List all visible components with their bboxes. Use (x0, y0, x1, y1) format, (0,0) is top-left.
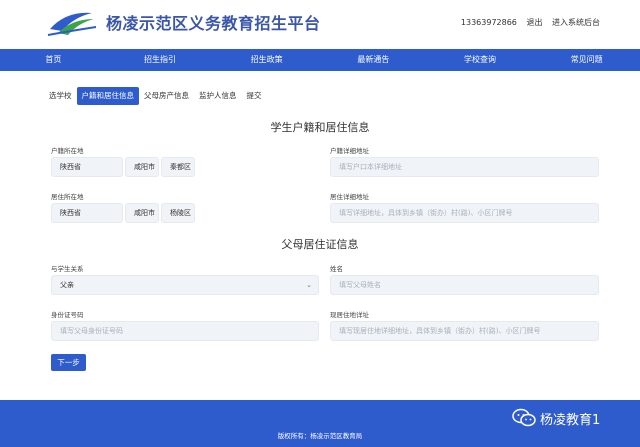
wechat-account-name: 杨凌教育1 (540, 412, 601, 428)
step-tabs: 选学校 户籍和居住信息 父母房产信息 监护人信息 提交 (44, 87, 267, 105)
residence-city-select[interactable]: 咸阳市 (125, 203, 159, 223)
residence-label: 居住所在地 (51, 193, 84, 201)
logout-link[interactable]: 退出 (526, 18, 542, 27)
hukou-province-select[interactable]: 陕西省 (51, 157, 123, 177)
tab-parent-property[interactable]: 父母房产信息 (139, 87, 194, 105)
household-section-title: 学生户籍和居住信息 (270, 121, 370, 134)
name-input[interactable]: 填写父母姓名 (330, 275, 599, 295)
site-title: 杨凌示范区义务教育招生平台 (106, 14, 321, 33)
hukou-label: 户籍所在地 (51, 147, 84, 155)
name-label: 姓名 (330, 265, 343, 273)
nav-school-search[interactable]: 学校查询 (427, 49, 534, 71)
relation-value: 父亲 (60, 281, 74, 289)
nav-home[interactable]: 首页 (0, 49, 107, 71)
relation-label: 与学生关系 (51, 265, 84, 273)
relation-select[interactable]: 父亲 ⌄ (51, 275, 319, 295)
phone-number: 13363972866 (460, 18, 517, 27)
header: 杨凌示范区义务教育招生平台 13363972866 退出 进入系统后台 (0, 0, 640, 48)
hukou-detail-label: 户籍详细地址 (330, 147, 369, 155)
school-logo-icon (47, 12, 97, 36)
wechat-watermark: 杨凌教育1 (512, 404, 600, 432)
wechat-icon (512, 408, 536, 427)
nav-latest-notices[interactable]: 最新通告 (320, 49, 427, 71)
residence-district-select[interactable]: 杨陵区 (161, 203, 195, 223)
residence-province-select[interactable]: 陕西省 (51, 203, 123, 223)
address-label: 现居住地详址 (330, 311, 369, 319)
hukou-district-select[interactable]: 秦都区 (161, 157, 195, 177)
chevron-down-icon: ⌄ (306, 281, 312, 289)
parent-section-title: 父母居住证信息 (281, 238, 359, 251)
id-input[interactable]: 填写父母身份证号码 (51, 321, 319, 341)
admin-link[interactable]: 进入系统后台 (552, 18, 600, 27)
next-button[interactable]: 下一步 (51, 354, 86, 371)
hukou-detail-input[interactable]: 填写户口本详细地址 (330, 157, 599, 177)
id-label: 身份证号码 (51, 311, 84, 319)
nav-faq[interactable]: 常见问题 (533, 49, 640, 71)
tab-submit[interactable]: 提交 (242, 87, 267, 105)
address-input[interactable]: 填写现居住地详细地址，具体到乡镇（街办）村(路)、小区门牌号 (330, 321, 599, 341)
residence-detail-input[interactable]: 填写详细地址，具体到乡镇（街办）村(路)、小区门牌号 (330, 203, 599, 223)
nav-enrollment-policy[interactable]: 招生政策 (213, 49, 320, 71)
main-nav: 首页 招生指引 招生政策 最新通告 学校查询 常见问题 (0, 49, 640, 71)
residence-detail-label: 居住详细地址 (330, 193, 369, 201)
tab-select-school[interactable]: 选学校 (44, 87, 77, 105)
tab-household-residence[interactable]: 户籍和居住信息 (76, 87, 139, 105)
tab-guardian-info[interactable]: 监护人信息 (194, 87, 242, 105)
top-links: 13363972866 退出 进入系统后台 (454, 17, 600, 28)
hukou-city-select[interactable]: 咸阳市 (125, 157, 159, 177)
nav-enrollment-guide[interactable]: 招生指引 (107, 49, 214, 71)
